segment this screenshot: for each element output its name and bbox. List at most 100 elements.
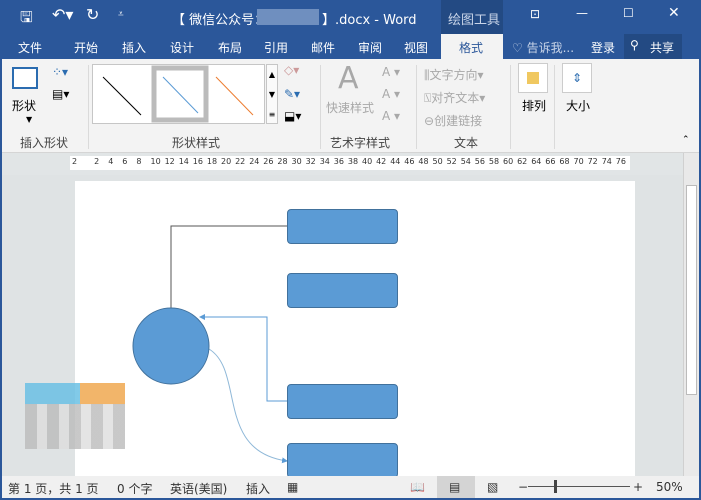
tell-me-text: 告诉我...: [526, 41, 575, 55]
tab-review[interactable]: 审阅: [358, 39, 382, 56]
shape-effects-icon[interactable]: ⬓▾: [284, 109, 301, 123]
ruler-tick-label: 66: [545, 157, 556, 166]
style-previews[interactable]: [93, 65, 266, 125]
sign-in-link[interactable]: 登录: [591, 39, 615, 56]
ruler-tick-label: 28: [277, 157, 288, 166]
rectangle-shape-4[interactable]: [287, 443, 398, 478]
doc-title-prefix: 【 微信公众号：: [172, 13, 268, 28]
maximize-button[interactable]: ☐: [623, 6, 634, 20]
edit-shape-icon[interactable]: ⁘▾: [52, 65, 68, 79]
ruler-tick-label: 34: [319, 157, 330, 166]
ruler-tick-label: 42: [376, 157, 387, 166]
tab-format[interactable]: 格式: [459, 39, 483, 56]
zoom-slider[interactable]: [528, 486, 630, 487]
arrange-icon[interactable]: [518, 63, 548, 93]
tab-insert[interactable]: 插入: [122, 39, 146, 56]
ruler-tick-label: 30: [291, 157, 302, 166]
language[interactable]: 英语(美国): [170, 480, 227, 497]
ruler-tick-label: 44: [390, 157, 401, 166]
close-button[interactable]: ✕: [668, 5, 680, 21]
scroll-thumb[interactable]: [686, 185, 697, 395]
tab-design[interactable]: 设计: [170, 39, 194, 56]
group-wordart: 艺术字样式: [330, 136, 391, 150]
word-count[interactable]: 0 个字: [117, 480, 152, 497]
tab-file[interactable]: 文件: [18, 39, 42, 56]
group-text: 文本: [454, 136, 479, 150]
ruler-tick-label: 2: [72, 157, 78, 166]
redo-icon[interactable]: ↻: [86, 5, 99, 24]
ruler-tick-label: 6: [122, 157, 128, 166]
print-layout-icon[interactable]: ▤: [449, 480, 460, 494]
ruler-tick-label: 32: [305, 157, 316, 166]
quick-styles-icon[interactable]: A: [338, 61, 359, 96]
create-link-button[interactable]: ⊖创建链接: [424, 112, 482, 129]
undo-icon[interactable]: ↶▾: [52, 5, 73, 24]
ruler-tick-label: 14: [178, 157, 189, 166]
circle-shape: [132, 307, 210, 385]
tab-view[interactable]: 视图: [404, 39, 428, 56]
ruler-tick-label: 52: [446, 157, 457, 166]
document-area: [2, 175, 683, 481]
textbox-icon[interactable]: ▤▾: [52, 87, 69, 101]
tell-me-box[interactable]: ♡ 告诉我...: [512, 39, 574, 56]
size-button[interactable]: 大小: [566, 97, 590, 114]
arrange-button[interactable]: 排列: [522, 97, 546, 114]
zoom-in-button[interactable]: +: [633, 480, 643, 494]
minimize-button[interactable]: —: [576, 6, 588, 20]
text-outline-icon[interactable]: A ▾: [382, 87, 400, 101]
rectangle-shape-1[interactable]: [287, 209, 398, 244]
curved-arrow: [208, 348, 288, 464]
quick-styles-button[interactable]: 快速样式: [326, 99, 374, 116]
tab-layout[interactable]: 布局: [218, 39, 242, 56]
size-icon[interactable]: ⇕: [562, 63, 592, 93]
rectangle-shape-2[interactable]: [287, 273, 398, 308]
ruler-tick-label: 36: [333, 157, 344, 166]
shape-styles-gallery[interactable]: [92, 64, 265, 124]
page-count[interactable]: 第 1 页，共 1 页: [8, 480, 99, 497]
save-icon[interactable]: 🖫: [20, 7, 33, 32]
ruler-tick-label: 10: [150, 157, 161, 166]
rectangle-shape-3[interactable]: [287, 384, 398, 419]
group-insert-shapes: 插入形状: [20, 136, 69, 150]
zoom-level[interactable]: 50%: [656, 480, 683, 494]
ruler-tick-label: 70: [573, 157, 584, 166]
ruler-tick-label: 58: [488, 157, 500, 166]
text-direction-button[interactable]: ⫼文字方向▾: [424, 66, 484, 83]
ruler-tick-label: 72: [587, 157, 598, 166]
title-bar: 🖫 ↶▾ ↻ ⩡ 【 微信公众号： 】.docx - Word 绘图工具 ⊡ —…: [0, 0, 701, 34]
ruler-tick-label: 26: [263, 157, 274, 166]
text-effects-icon[interactable]: A ▾: [382, 109, 400, 123]
ruler-tick-label: 74: [601, 157, 612, 166]
macro-icon[interactable]: ▦: [287, 480, 298, 494]
gallery-scroll[interactable]: ▲ ▼ ≡: [266, 64, 278, 124]
horizontal-ruler[interactable]: 2 2 4 6 8 10 12 14 16 18 20 22 24 26 28 30 32 34 36 38 40 42 4…: [2, 153, 699, 175]
shape-outline-icon[interactable]: ✎▾: [284, 87, 300, 101]
page: [25, 181, 635, 481]
ruler-tick-label: 40: [362, 157, 373, 166]
vertical-scrollbar[interactable]: [683, 153, 699, 476]
align-text-button[interactable]: ⍂对齐文本▾: [424, 89, 485, 106]
ruler-tick-label: 62: [517, 157, 528, 166]
zoom-out-button[interactable]: −: [518, 480, 528, 494]
insert-mode[interactable]: 插入: [246, 480, 270, 497]
status-bar: 第 1 页，共 1 页 0 个字 英语(美国) 插入 ▦ 📖 ▤ ▧ − + 5…: [2, 476, 699, 498]
ruler-tick-label: 16: [192, 157, 203, 166]
tab-home[interactable]: 开始: [74, 39, 98, 56]
customize-qat-icon[interactable]: ⩡: [118, 9, 124, 20]
tab-mailings[interactable]: 邮件: [311, 39, 335, 56]
collapse-ribbon-icon[interactable]: ⌃: [682, 135, 690, 145]
web-layout-icon[interactable]: ▧: [487, 480, 498, 494]
text-fill-icon[interactable]: A ▾: [382, 65, 400, 79]
read-mode-icon[interactable]: 📖: [410, 480, 425, 494]
shapes-icon[interactable]: [12, 67, 38, 89]
shape-fill-icon[interactable]: ◇▾: [284, 63, 299, 77]
ruler-tick-label: 76: [615, 157, 626, 166]
share-button[interactable]: ⚲ 共享: [624, 34, 682, 59]
shapes-button[interactable]: 形状: [12, 97, 36, 114]
tab-references[interactable]: 引用: [264, 39, 288, 56]
zoom-slider-thumb[interactable]: [553, 480, 557, 493]
share-label: 共享: [650, 41, 675, 55]
ruler-tick-label: 64: [531, 157, 542, 166]
ribbon-display-icon[interactable]: ⊡: [530, 7, 540, 21]
ruler-tick-label: 4: [108, 157, 114, 166]
